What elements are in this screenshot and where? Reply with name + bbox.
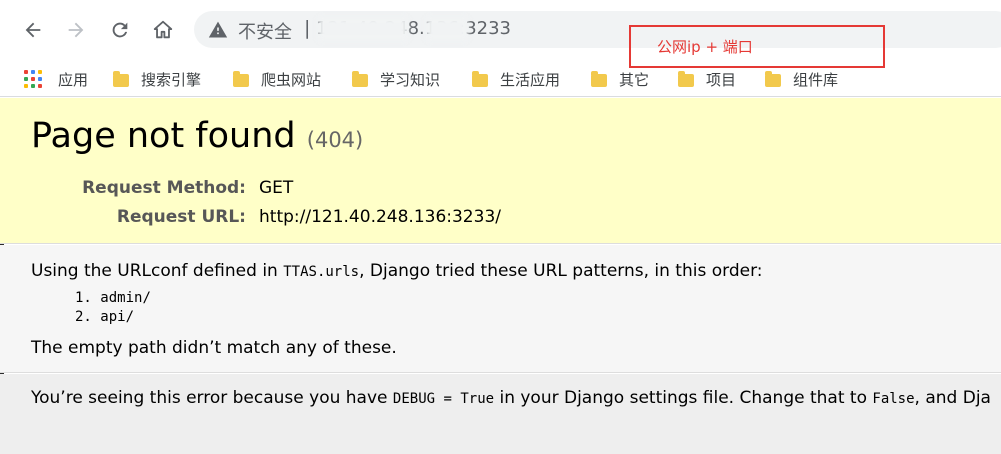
arrow-right-icon [68,22,84,38]
redaction-blur [426,17,468,41]
no-match-text: The empty path didn’t match any of these… [31,338,397,358]
folder-icon [678,70,694,87]
bookmark-apps[interactable]: 应用 [24,66,88,92]
error-summary: Page not found (404) Request Method: GET… [0,98,1001,244]
url-patterns-info: Using the URLconf defined in TTAS.urls, … [0,245,1001,373]
status-code: (404) [306,128,364,152]
bookmark-folder[interactable]: 组件库 [765,66,838,92]
bookmark-folder[interactable]: 项目 [678,66,736,92]
back-button[interactable] [17,14,49,46]
debug-setting: DEBUG = True [392,391,495,407]
bookmark-label: 爬虫网站 [261,70,322,89]
home-icon [153,20,173,39]
page-title: Page not found (404) [31,116,363,156]
bookmark-folder[interactable]: 学习知识 [352,66,440,92]
urlconf-name: TTAS.urls [283,264,360,280]
explain-part: in your Django settings file. Change tha… [494,388,873,408]
request-url-row: Request URL: http://121.40.248.136:3233/ [0,207,1001,231]
bookmark-folder[interactable]: 爬虫网站 [233,66,321,92]
urlconf-sentence: Using the URLconf defined in TTAS.urls, … [31,261,763,281]
forward-button[interactable] [60,14,92,46]
bookmark-folder[interactable]: 其它 [591,66,649,92]
false-value: False [872,391,915,407]
list-item: 1. admin/ [75,289,151,308]
request-url-value: http://121.40.248.136:3233/ [259,207,501,227]
security-label[interactable]: 不安全 [238,18,292,44]
request-method-label: Request Method: [82,178,246,198]
folder-icon [233,70,249,87]
annotation-text: 公网ip + 端口 [657,38,753,56]
bookmark-folder[interactable]: 生活应用 [472,66,560,92]
home-button[interactable] [147,14,179,46]
arrow-left-icon [25,22,41,38]
explain-part: You’re seeing this error because you hav… [31,388,393,408]
bookmark-label: 其它 [619,70,650,89]
info-suffix: , Django tried these URL patterns, in th… [359,261,763,281]
url-pattern-list: 1. admin/ 2. api/ [75,289,151,327]
omnibox-separator: | [304,17,311,39]
debug-explanation: You’re seeing this error because you hav… [0,374,1001,454]
warning-icon[interactable] [208,20,228,40]
pattern-value: api/ [100,309,135,325]
folder-icon [591,70,607,87]
request-method-row: Request Method: GET [0,178,1001,202]
bookmark-folder[interactable]: 搜索引擎 [113,66,201,92]
reload-icon [112,22,128,38]
reload-button[interactable] [104,14,136,46]
pattern-value: admin/ [100,290,151,306]
info-prefix: Using the URLconf defined in [31,261,284,281]
folder-icon [765,70,781,87]
request-url-label: Request URL: [116,207,246,227]
bookmark-label: 生活应用 [500,70,561,89]
annotation-box: 公网ip + 端口 [629,25,885,68]
pattern-number: 1. [75,290,92,306]
page-title-text: Page not found [31,116,296,156]
folder-icon [352,70,368,87]
bookmark-label: 组件库 [793,70,839,89]
explain-part: , and Dja [914,388,991,408]
bookmark-label: 应用 [58,70,89,89]
bookmark-label: 学习知识 [380,70,441,89]
bookmark-label: 搜索引擎 [141,70,202,89]
folder-icon [113,70,129,87]
request-method-value: GET [259,178,294,198]
list-item: 2. api/ [75,308,151,327]
bookmark-label: 项目 [706,70,737,89]
redaction-blur [318,17,408,41]
explanation-text: You’re seeing this error because you hav… [31,388,991,408]
apps-grid-icon [24,70,42,88]
folder-icon [472,70,488,87]
pattern-number: 2. [75,309,92,325]
